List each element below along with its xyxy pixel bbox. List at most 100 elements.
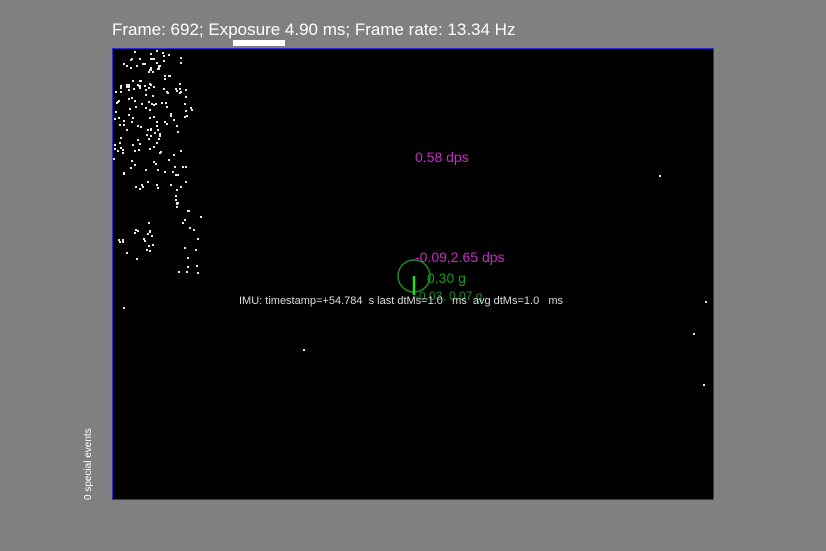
- event-pixel: [185, 110, 187, 112]
- event-pixel: [191, 109, 193, 111]
- event-pixel: [113, 158, 115, 160]
- event-pixel: [175, 199, 177, 201]
- event-pixel: [136, 258, 138, 260]
- event-pixel: [152, 95, 154, 97]
- event-pixel: [151, 58, 153, 60]
- event-pixel: [148, 245, 150, 247]
- event-pixel: [156, 62, 158, 64]
- event-pixel: [150, 129, 152, 131]
- event-pixel: [120, 147, 122, 149]
- event-pixel: [179, 92, 181, 94]
- event-pixel: [139, 85, 141, 87]
- event-pixel: [185, 89, 187, 91]
- event-pixel: [156, 142, 158, 144]
- event-pixel: [139, 188, 141, 190]
- event-pixel: [135, 106, 137, 108]
- event-pixel: [122, 239, 124, 241]
- event-pixel: [187, 266, 189, 268]
- event-pixel: [187, 210, 189, 212]
- event-pixel: [147, 233, 149, 235]
- event-pixel: [152, 71, 154, 73]
- event-pixel: [151, 235, 153, 237]
- event-pixel: [145, 89, 147, 91]
- event-pixel: [134, 164, 136, 166]
- event-pixel: [176, 206, 178, 208]
- event-pixel: [134, 51, 136, 53]
- event-pixel: [131, 97, 133, 99]
- event-pixel: [176, 202, 178, 204]
- event-pixel: [185, 96, 187, 98]
- event-pixel: [163, 55, 165, 57]
- event-pixel: [148, 71, 150, 73]
- event-pixel: [153, 58, 155, 60]
- event-pixel: [184, 247, 186, 249]
- event-pixel: [197, 238, 199, 240]
- event-pixel: [153, 161, 155, 163]
- event-pixel: [659, 175, 661, 177]
- event-pixel: [153, 86, 155, 88]
- event-pixel: [119, 241, 121, 243]
- event-pixel: [163, 60, 165, 62]
- event-pixel: [128, 84, 130, 86]
- special-events-label: 0 special events: [83, 428, 94, 500]
- event-pixel: [173, 119, 175, 121]
- event-pixel: [144, 85, 146, 87]
- event-viewport[interactable]: 0.58 dps -0.09,2.65 dps 0.30 g -0.03, 0.…: [112, 48, 714, 500]
- event-pixel: [158, 138, 160, 140]
- event-pixel: [200, 216, 202, 218]
- event-pixel: [150, 84, 152, 86]
- event-pixel: [123, 172, 125, 174]
- event-pixel: [148, 87, 150, 89]
- event-pixel: [165, 102, 167, 104]
- event-pixel: [164, 121, 166, 123]
- event-pixel: [176, 189, 178, 191]
- event-pixel: [159, 65, 161, 67]
- event-pixel: [197, 272, 199, 274]
- event-pixel: [115, 111, 117, 113]
- event-pixel: [145, 107, 147, 109]
- event-pixel: [131, 121, 133, 123]
- event-pixel: [182, 166, 184, 168]
- event-pixel: [123, 307, 125, 309]
- event-pixel: [140, 126, 142, 128]
- event-dots: [113, 50, 707, 386]
- event-pixel: [137, 125, 139, 127]
- event-pixel: [151, 103, 153, 105]
- event-pixel: [195, 249, 197, 251]
- event-pixel: [177, 174, 179, 176]
- event-pixel: [184, 103, 186, 105]
- imu-info-text: IMU: timestamp=+54.784 s last dtMs=1.0 m…: [239, 295, 564, 307]
- event-pixel: [164, 78, 166, 80]
- event-pixel: [126, 252, 128, 254]
- event-pixel: [180, 57, 182, 59]
- rotation-rate-text: 0.58 dps: [415, 149, 469, 165]
- event-pixel: [138, 149, 140, 151]
- event-pixel: [114, 118, 116, 120]
- event-pixel: [170, 113, 172, 115]
- event-pixel: [303, 349, 305, 351]
- event-pixels-layer: [113, 50, 707, 386]
- event-pixel: [149, 69, 151, 71]
- event-pixel: [179, 83, 181, 85]
- event-pixel: [156, 50, 158, 52]
- event-pixel: [175, 195, 177, 197]
- event-pixel: [114, 148, 116, 150]
- event-pixel: [128, 89, 130, 91]
- frame-info-text: Frame: 692; Exposure 4.90 ms; Frame rate…: [112, 20, 516, 39]
- event-pixel: [134, 232, 136, 234]
- event-pixel: [156, 121, 158, 123]
- event-pixel: [133, 88, 135, 90]
- event-pixel: [150, 67, 152, 69]
- event-pixel: [164, 75, 166, 77]
- event-pixel: [164, 171, 166, 173]
- event-pixel: [174, 166, 176, 168]
- acceleration-z-text: 0.30 g: [427, 270, 466, 286]
- event-pixel: [148, 101, 150, 103]
- event-pixel: [157, 129, 159, 131]
- event-pixel: [126, 84, 128, 86]
- event-pixel: [156, 184, 158, 186]
- event-pixel: [185, 181, 187, 183]
- event-pixel: [144, 240, 146, 242]
- event-pixel: [196, 265, 198, 267]
- event-pixel: [118, 239, 120, 241]
